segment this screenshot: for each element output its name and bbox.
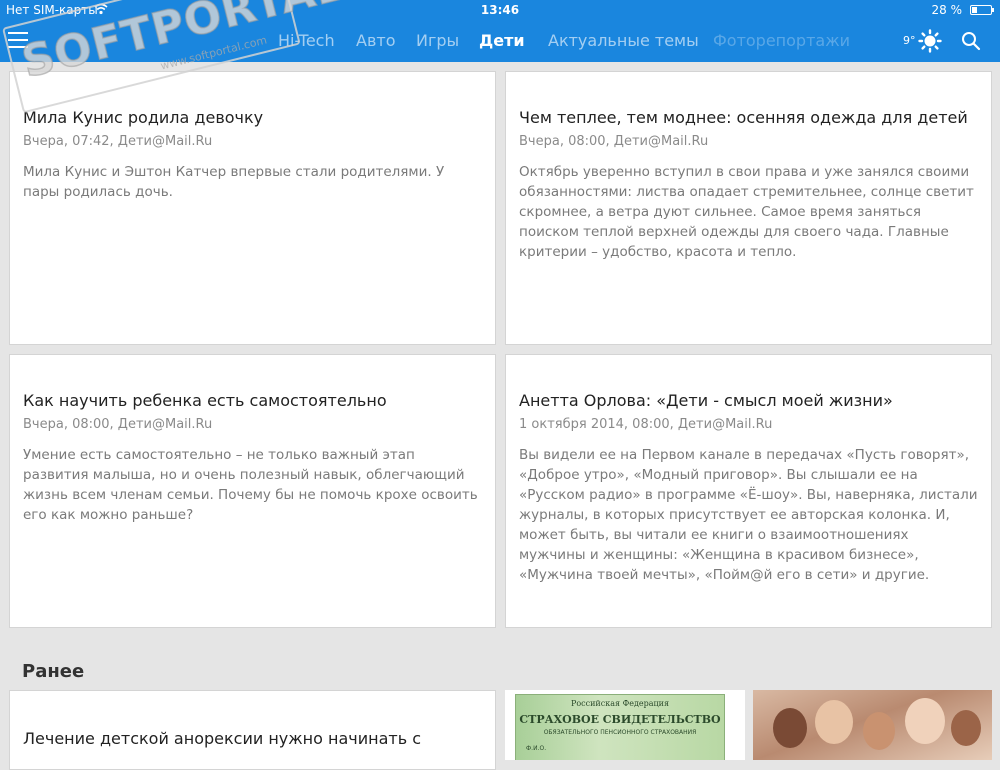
news-meta: 1 октября 2014, 08:00, Дети@Mail.Ru [519, 417, 773, 432]
news-card[interactable]: Чем теплее, тем моднее: осенняя одежда д… [505, 71, 992, 345]
news-description: Октябрь уверенно вступил в свои права и … [519, 164, 974, 260]
tab-hot-topics[interactable]: Актуальные темы [548, 31, 699, 50]
news-description: Вы видели ее на Первом канале в передача… [519, 447, 978, 583]
sun-icon[interactable] [918, 29, 942, 53]
news-meta: Вчера, 08:00, Дети@Mail.Ru [519, 134, 709, 149]
tab-kids[interactable]: Дети [479, 31, 525, 50]
search-icon[interactable] [961, 31, 981, 51]
news-title: Чем теплее, тем моднее: осенняя одежда д… [519, 108, 968, 127]
news-title: Мила Кунис родила девочку [23, 108, 264, 127]
photo-person [905, 698, 945, 744]
certificate-subtitle: ОБЯЗАТЕЛЬНОГО ПЕНСИОННОГО СТРАХОВАНИЯ [543, 729, 697, 736]
battery-percent: 28 % [931, 3, 963, 17]
certificate-country: Российская Федерация [570, 699, 670, 708]
news-card[interactable]: Мила Кунис родила девочку Вчера, 07:42, … [9, 71, 496, 345]
news-description: Мила Кунис и Эштон Катчер впервые стали … [23, 164, 445, 200]
certificate-name-field: Ф.И.О. [526, 745, 547, 752]
battery-fill [972, 7, 977, 13]
photo-person [951, 710, 981, 746]
battery-icon [970, 5, 994, 15]
certificate-image: Российская Федерация СТРАХОВОЕ СВИДЕТЕЛЬ… [515, 694, 725, 760]
news-description: Умение есть самостоятельно – не только в… [23, 447, 478, 523]
weather-temperature[interactable]: 9° [903, 34, 916, 47]
news-meta: Вчера, 08:00, Дети@Mail.Ru [23, 417, 213, 432]
tab-auto[interactable]: Авто [356, 31, 395, 50]
tab-games[interactable]: Игры [416, 31, 459, 50]
news-card[interactable]: Как научить ребенка есть самостоятельно … [9, 354, 496, 628]
section-heading-earlier: Ранее [22, 661, 85, 682]
news-title: Как научить ребенка есть самостоятельно [23, 391, 387, 410]
tab-photo-reports[interactable]: Фоторепортажи [713, 31, 850, 50]
news-card[interactable]: Анетта Орлова: «Дети - смысл моей жизни»… [505, 354, 992, 628]
news-card[interactable]: Лечение детской анорексии нужно начинать… [9, 690, 496, 770]
news-title: Лечение детской анорексии нужно начинать… [23, 729, 422, 748]
photo-person [773, 708, 807, 748]
news-meta: Вчера, 07:42, Дети@Mail.Ru [23, 134, 213, 149]
news-title: Анетта Орлова: «Дети - смысл моей жизни» [519, 391, 893, 410]
certificate-title: СТРАХОВОЕ СВИДЕТЕЛЬСТВО [519, 713, 721, 726]
photo-person [863, 712, 895, 750]
photo-person [815, 700, 853, 744]
